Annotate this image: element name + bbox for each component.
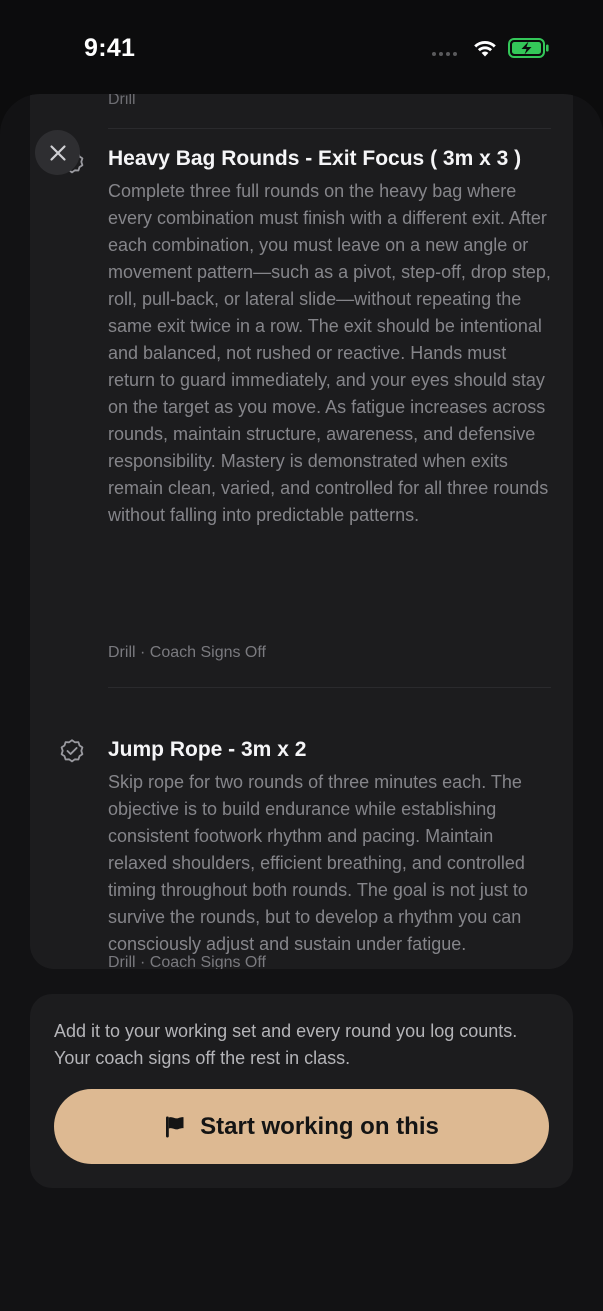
- cta-description: Add it to your working set and every rou…: [54, 1021, 518, 1068]
- drill-meta: Drill · Coach Signs Off: [108, 644, 266, 661]
- start-working-label: Start working on this: [200, 1112, 439, 1140]
- drill-description: Skip rope for two rounds of three minute…: [108, 772, 528, 954]
- cta-card: Add it to your working set and every rou…: [30, 994, 573, 1188]
- divider: [108, 128, 551, 129]
- screen: 9:41 Drill Heavy Bag Rounds - Exit Focus…: [0, 0, 603, 1311]
- detail-sheet: Drill Heavy Bag Rounds - Exit Focus ( 3m…: [0, 94, 603, 1311]
- drill-title: Jump Rope - 3m x 2: [108, 738, 307, 761]
- flag-icon: [166, 1116, 184, 1137]
- drill-description: Complete three full rounds on the heavy …: [108, 181, 551, 525]
- drill-list-card: Drill Heavy Bag Rounds - Exit Focus ( 3m…: [30, 94, 573, 969]
- status-bar: 9:41: [0, 0, 603, 96]
- status-time: 9:41: [84, 34, 136, 62]
- start-working-button[interactable]: Start working on this: [54, 1089, 549, 1164]
- drill-meta: Drill · Coach Signs Off: [108, 954, 266, 969]
- close-button[interactable]: [35, 130, 80, 175]
- close-icon: [49, 144, 66, 161]
- wifi-icon: [474, 40, 496, 57]
- divider: [108, 687, 551, 688]
- battery-charging-icon: [508, 38, 549, 58]
- cellular-signal-icon: [432, 52, 457, 56]
- drill-title: Heavy Bag Rounds - Exit Focus ( 3m x 3 ): [108, 147, 522, 170]
- badge-check-icon: [60, 739, 84, 763]
- previous-item-tag: Drill: [108, 94, 136, 108]
